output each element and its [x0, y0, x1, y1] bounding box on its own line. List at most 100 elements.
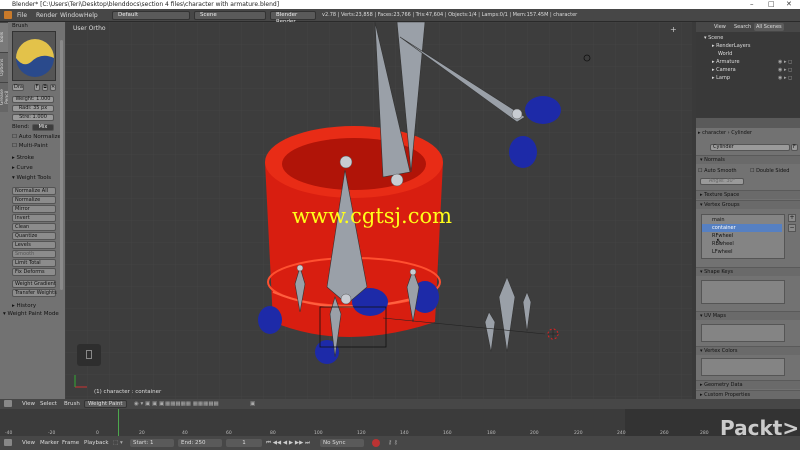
custom-properties-panel-header[interactable]: ▸ Custom Properties: [696, 390, 800, 399]
timeline-menu-view[interactable]: View: [22, 439, 35, 447]
menu-window[interactable]: Window: [60, 11, 84, 20]
invert-button[interactable]: Invert: [12, 214, 56, 222]
tool-shelf-scrollbar[interactable]: [60, 40, 63, 290]
mesh-fake-user-button[interactable]: F: [791, 144, 798, 151]
texture-space-panel-header[interactable]: ▸ Texture Space: [696, 190, 800, 199]
menu-file[interactable]: File: [17, 11, 27, 20]
timeline-menu-playback[interactable]: Playback: [84, 439, 109, 447]
menu-render[interactable]: Render: [36, 11, 57, 20]
camera-widget[interactable]: [77, 344, 101, 366]
current-frame-field[interactable]: 1: [226, 439, 262, 447]
multi-paint-checkbox[interactable]: ☐ Multi-Paint: [12, 143, 48, 149]
end-frame-field[interactable]: End: 250: [178, 439, 222, 447]
outliner-display-mode[interactable]: All Scenes: [754, 23, 784, 31]
mirror-button[interactable]: Mirror: [12, 205, 56, 213]
quantize-button[interactable]: Quantize: [12, 232, 56, 240]
operator-panel-header[interactable]: ▾ Weight Paint Mode: [3, 311, 59, 317]
scene-dropdown[interactable]: Scene: [194, 11, 266, 20]
strength-slider[interactable]: Stre: 1.000: [12, 114, 54, 121]
stroke-panel-header[interactable]: ▸ Stroke: [12, 155, 34, 161]
vertex-colors-panel-header[interactable]: ▾ Vertex Colors: [696, 346, 800, 355]
brush-name-field[interactable]: Dra: [12, 84, 24, 91]
vertex-group-item[interactable]: RFwheel: [702, 232, 782, 240]
levels-button[interactable]: Levels: [12, 241, 56, 249]
outliner-item-armature[interactable]: ▸ Armature: [712, 59, 740, 65]
menu-help[interactable]: Help: [84, 11, 98, 20]
weight-tools-panel-header[interactable]: ▾ Weight Tools: [12, 175, 51, 181]
normalize-button[interactable]: Normalize: [12, 196, 56, 204]
visibility-icons[interactable]: ◉ ▸ ◻: [778, 75, 792, 81]
history-panel-header[interactable]: ▸ History: [12, 303, 36, 309]
mode-dropdown[interactable]: Weight Paint: [84, 400, 127, 408]
add-vertex-group-button[interactable]: +: [788, 214, 796, 222]
menu-weights[interactable]: Select: [40, 400, 57, 408]
screen-layout-dropdown[interactable]: Default: [112, 11, 190, 20]
brush-unlink-button[interactable]: ✕: [50, 84, 56, 91]
record-button[interactable]: [372, 439, 380, 447]
weight-gradient-button[interactable]: Weight Gradient: [12, 280, 56, 288]
outliner-item-renderlayers[interactable]: ▸ RenderLayers: [712, 43, 750, 49]
fix-deforms-button[interactable]: Fix Deforms: [12, 268, 56, 276]
vertex-group-item-selected[interactable]: container: [702, 224, 782, 232]
shape-keys-panel-header[interactable]: ▾ Shape Keys: [696, 267, 800, 276]
shape-keys-list[interactable]: [701, 280, 785, 304]
render-preview-icon[interactable]: ▣: [250, 400, 255, 408]
normals-panel-header[interactable]: ▾ Normals: [696, 155, 800, 164]
vertex-colors-list[interactable]: [701, 358, 785, 376]
vertex-group-item[interactable]: main: [702, 216, 782, 224]
transfer-weights-button[interactable]: Transfer Weights: [12, 289, 57, 297]
editor-type-icon[interactable]: [4, 400, 12, 407]
editor-type-icon[interactable]: [4, 439, 12, 446]
tab-tools[interactable]: Tools: [0, 22, 8, 52]
auto-normalize-checkbox[interactable]: ☐ Auto Normalize: [12, 134, 61, 140]
tab-grease-pencil[interactable]: Grease Pencil: [0, 82, 10, 112]
smooth-button[interactable]: Smooth: [12, 250, 56, 258]
maximize-icon[interactable]: □: [768, 0, 775, 9]
editor-type-icon[interactable]: [4, 11, 12, 19]
layer-buttons[interactable]: ▦▦▦▦▦ ▦▦▦▦▦: [165, 400, 219, 408]
timeline-menu-frame[interactable]: Frame: [62, 439, 79, 447]
outliner-search-menu[interactable]: Search: [734, 24, 751, 30]
keying-icons[interactable]: ⚷ ⚷: [388, 439, 398, 447]
sync-dropdown[interactable]: No Sync: [320, 439, 364, 447]
mesh-name-field[interactable]: Cylinder: [710, 144, 790, 151]
brush-fake-user-button[interactable]: F: [34, 84, 40, 91]
brush-copy-button[interactable]: ⧉: [42, 84, 48, 91]
shading-icons[interactable]: ◉ ▾ ▣ ▣ ▣: [134, 400, 164, 408]
double-sided-checkbox[interactable]: ☐ Double Sided: [750, 168, 800, 174]
brush-panel-header[interactable]: Brush: [12, 23, 28, 29]
timeline-settings-icon[interactable]: ⬚ ▾: [113, 439, 123, 447]
angle-field[interactable]: Angle: 30°: [700, 178, 744, 185]
visibility-icons[interactable]: ◉ ▸ ◻: [778, 59, 792, 65]
viewport-expand-icon[interactable]: +: [670, 25, 680, 35]
menu-view[interactable]: View: [22, 400, 35, 408]
render-engine-dropdown[interactable]: Blender Render: [270, 11, 316, 25]
clean-button[interactable]: Clean: [12, 223, 56, 231]
close-icon[interactable]: ✕: [786, 0, 792, 9]
timeline-menu-marker[interactable]: Marker: [40, 439, 59, 447]
limit-total-button[interactable]: Limit Total: [12, 259, 56, 267]
normalize-all-button[interactable]: Normalize All: [12, 187, 56, 195]
outliner-item-lamp[interactable]: ▸ Lamp: [712, 75, 730, 81]
blend-dropdown[interactable]: Mix: [32, 124, 54, 131]
weight-slider[interactable]: Weight: 1.000: [12, 96, 54, 103]
radius-slider[interactable]: Radi: 35 px: [12, 105, 54, 112]
uv-maps-list[interactable]: [701, 324, 785, 342]
vertex-group-item[interactable]: LFwheel: [702, 248, 782, 256]
uv-maps-panel-header[interactable]: ▾ UV Maps: [696, 311, 800, 320]
menu-brush[interactable]: Brush: [64, 400, 80, 408]
vertex-groups-panel-header[interactable]: ▾ Vertex Groups: [696, 200, 800, 209]
3d-viewport[interactable]: User Ortho (1) character : container www…: [65, 22, 692, 399]
remove-vertex-group-button[interactable]: −: [788, 224, 796, 232]
curve-panel-header[interactable]: ▸ Curve: [12, 165, 33, 171]
current-frame-indicator[interactable]: [118, 409, 119, 436]
outliner-view-menu[interactable]: View: [714, 24, 726, 30]
brush-preview[interactable]: [12, 31, 56, 81]
playback-controls[interactable]: ⏮ ◀◀ ◀ ▶ ▶▶ ⏭: [266, 439, 310, 447]
minimize-icon[interactable]: –: [750, 0, 754, 9]
outliner-item-world[interactable]: World: [718, 51, 732, 57]
geometry-data-panel-header[interactable]: ▸ Geometry Data: [696, 380, 800, 389]
tab-options[interactable]: Options: [0, 52, 8, 82]
outliner-item-scene[interactable]: ▾ Scene: [704, 35, 723, 41]
outliner-item-camera[interactable]: ▸ Camera: [712, 67, 736, 73]
